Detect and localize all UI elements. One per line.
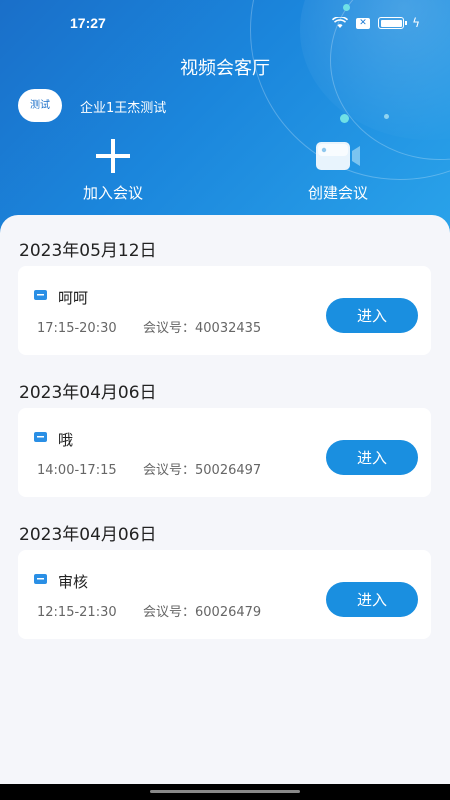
meeting-icon <box>34 432 47 442</box>
plus-icon <box>38 136 188 176</box>
meeting-number: 50026497 <box>195 463 262 478</box>
meeting-name: 审核 <box>58 573 89 591</box>
meeting-number-label: 会议号： <box>143 463 196 478</box>
status-icons: ✕ ϟ <box>332 16 420 30</box>
meeting-list: 2023年05月12日 呵呵 17:15-20:30 会议号：40032435 进… <box>0 215 450 785</box>
video-camera-icon <box>263 136 413 176</box>
meeting-name: 哦 <box>58 431 74 449</box>
meeting-card: 呵呵 17:15-20:30 会议号：40032435 进入 <box>18 266 431 355</box>
header-decoration <box>384 114 389 119</box>
page-title: 视频会客厅 <box>180 58 270 79</box>
meeting-icon <box>34 290 47 300</box>
group-date: 2023年04月06日 <box>19 525 157 545</box>
header: 17:27 ✕ ϟ 视频会客厅 测试 企业1王杰测试 加入会议 创建会议 <box>0 0 450 240</box>
meeting-time: 17:15-20:30 <box>37 321 117 336</box>
group-date: 2023年05月12日 <box>19 241 157 261</box>
enter-meeting-button[interactable]: 进入 <box>326 582 418 617</box>
charging-icon: ϟ <box>412 16 420 30</box>
meeting-meta: 17:15-20:30 会议号：40032435 <box>37 317 261 336</box>
status-time: 17:27 <box>70 15 106 31</box>
home-indicator[interactable] <box>150 790 300 793</box>
sim-x-icon: ✕ <box>356 17 371 29</box>
status-bar: 17:27 ✕ ϟ <box>0 0 450 46</box>
meeting-card: 哦 14:00-17:15 会议号：50026497 进入 <box>18 408 431 497</box>
meeting-card: 审核 12:15-21:30 会议号：60026479 进入 <box>18 550 431 639</box>
meeting-number-label: 会议号： <box>143 605 196 620</box>
battery-icon <box>378 17 408 29</box>
meeting-number: 40032435 <box>195 321 262 336</box>
meeting-number-label: 会议号： <box>143 321 196 336</box>
create-meeting-label: 创建会议 <box>307 184 368 202</box>
meeting-icon <box>34 574 47 584</box>
avatar[interactable]: 测试 <box>18 89 62 122</box>
meeting-time: 14:00-17:15 <box>37 463 117 478</box>
enter-meeting-button[interactable]: 进入 <box>326 440 418 475</box>
header-decoration <box>340 114 349 123</box>
join-meeting-label: 加入会议 <box>82 184 143 202</box>
meeting-time: 12:15-21:30 <box>37 605 117 620</box>
meeting-name: 呵呵 <box>58 289 89 307</box>
meeting-meta: 12:15-21:30 会议号：60026479 <box>37 601 261 620</box>
group-date: 2023年04月06日 <box>19 383 157 403</box>
join-meeting-button[interactable]: 加入会议 <box>38 136 188 203</box>
meeting-number: 60026479 <box>195 605 262 620</box>
create-meeting-button[interactable]: 创建会议 <box>263 136 413 203</box>
enter-meeting-button[interactable]: 进入 <box>326 298 418 333</box>
company-name: 企业1王杰测试 <box>80 101 167 116</box>
meeting-meta: 14:00-17:15 会议号：50026497 <box>37 459 261 478</box>
wifi-icon <box>332 17 349 28</box>
